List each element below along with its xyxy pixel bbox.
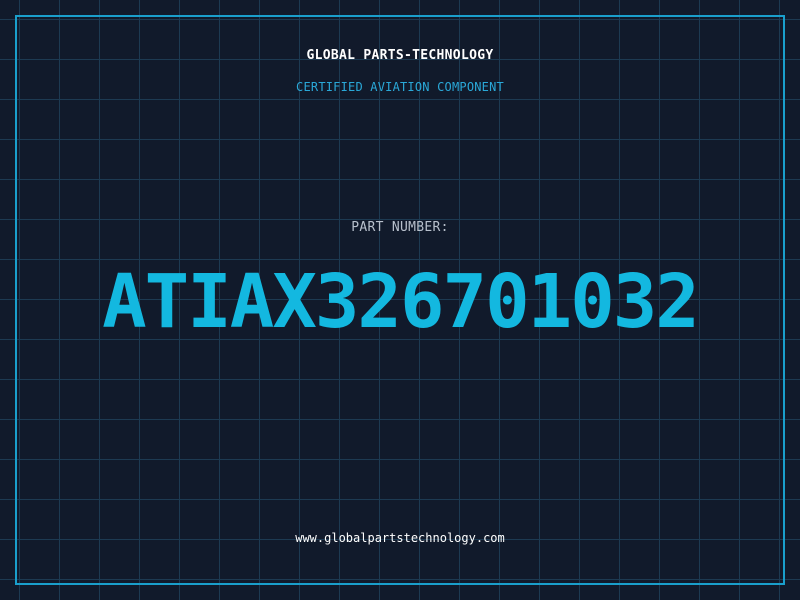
part-number-value: ATIAX326701032: [102, 259, 700, 345]
website-url: www.globalpartstechnology.com: [295, 531, 505, 545]
tagline: CERTIFIED AVIATION COMPONENT: [296, 80, 504, 94]
company-name: GLOBAL PARTS-TECHNOLOGY: [306, 48, 494, 63]
part-number-label: PART NUMBER:: [351, 220, 449, 235]
